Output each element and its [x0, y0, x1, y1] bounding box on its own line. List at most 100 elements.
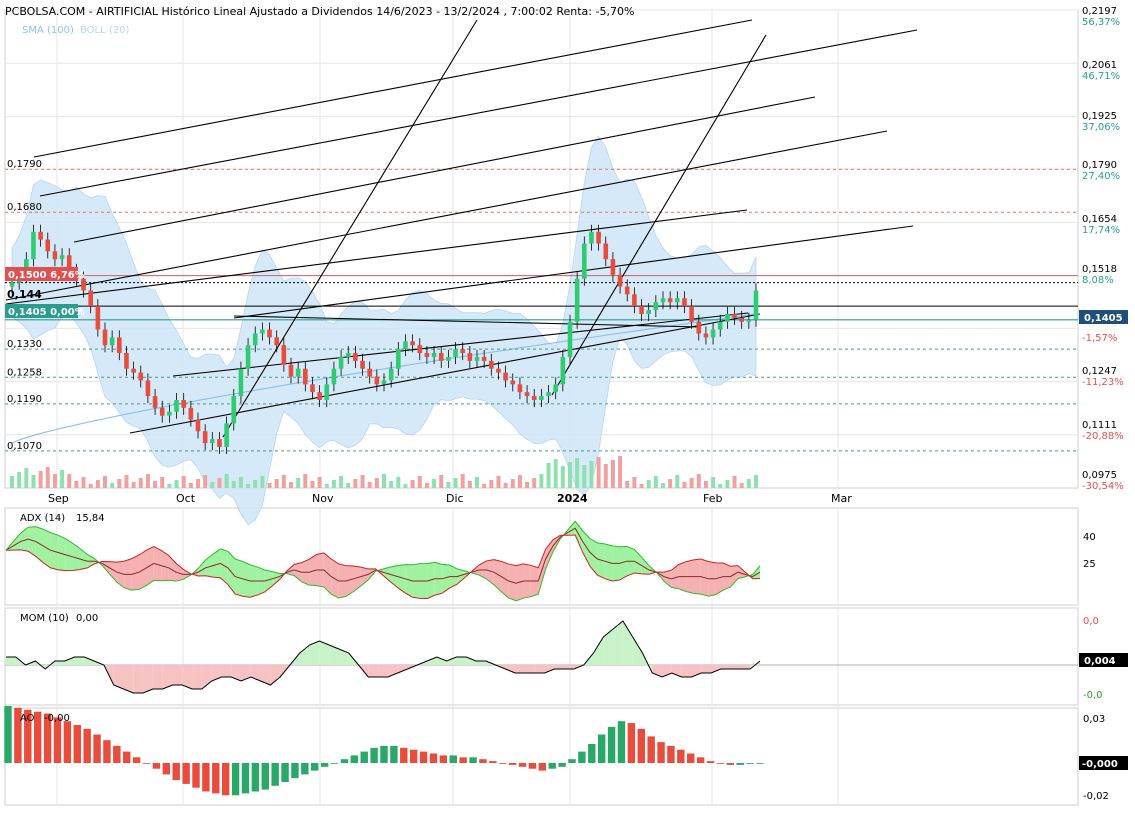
axis-pct-7: -11,23% [1082, 377, 1124, 388]
volume-bar [646, 480, 651, 488]
ao-bar [281, 763, 289, 782]
axis-pct-8: -20,88% [1082, 431, 1124, 442]
left-level-4: 0,1190 [7, 394, 42, 405]
candle-body [503, 372, 508, 381]
candle-body [195, 419, 201, 432]
adx-tick-40: 40 [1083, 532, 1096, 543]
volume-bar [45, 467, 50, 488]
ao-bar [479, 759, 487, 763]
month-label-3: Dic [446, 492, 464, 505]
volume-bar [281, 475, 286, 488]
ao-bar [63, 721, 72, 763]
ao-bar [202, 763, 210, 792]
mom-fill [505, 665, 516, 673]
candle-body [438, 353, 444, 361]
ao-bar [301, 763, 309, 775]
volume-bar [517, 475, 522, 488]
ao-bar [607, 726, 616, 763]
candle-body [252, 333, 258, 346]
axis-price-7: 0,1247 [1082, 366, 1117, 377]
adx-value: 15,84 [76, 513, 105, 524]
current-price-badge-text: 0,1405 [1084, 313, 1123, 324]
volume-bar [639, 484, 644, 488]
ao-bar [508, 763, 517, 765]
candle-body [460, 349, 465, 354]
candle-body [524, 392, 530, 397]
volume-bar [289, 482, 293, 488]
candle-body [167, 411, 172, 416]
axis-price-4: 0,1654 [1082, 214, 1117, 225]
candle-body [381, 380, 387, 385]
volume-bar [510, 479, 515, 488]
volume-bar [532, 478, 537, 488]
volume-bar [88, 484, 93, 488]
volume-bar [38, 471, 43, 488]
volume-bars [10, 456, 758, 488]
candle-body [202, 431, 208, 444]
ao-bar [647, 736, 655, 763]
mom-fill [64, 657, 75, 665]
ao-bar [251, 763, 260, 792]
candle-body [574, 278, 580, 322]
volume-bar [603, 464, 608, 488]
volume-bar [95, 480, 100, 488]
volume-bar [124, 475, 129, 488]
volume-bar [618, 456, 623, 488]
volume-bar [303, 474, 308, 488]
candle-body [560, 356, 566, 385]
volume-bar [546, 463, 551, 488]
ao-bar [132, 757, 141, 763]
axis-pct-4: 17,74% [1082, 225, 1120, 236]
candle-body [124, 353, 129, 369]
price-axis: 0,219756,37% 0,206146,71% 0,192537,06% 0,17… [1079, 6, 1128, 492]
candle-body [660, 298, 666, 303]
mom-fill [476, 661, 486, 665]
ao-bar [558, 763, 566, 767]
mom-fill [701, 665, 712, 673]
mom-fill [554, 665, 565, 669]
mom-fill [84, 657, 95, 665]
volume-bar [10, 476, 14, 488]
month-label-6: Mar [831, 492, 852, 505]
candle-body [274, 337, 279, 346]
candle-body [374, 376, 380, 385]
bollinger-band [11, 135, 757, 526]
candle-body [317, 392, 322, 400]
volume-bar [568, 462, 572, 488]
volume-bar [31, 475, 36, 488]
volume-bar [60, 470, 65, 488]
candle-body [45, 239, 51, 252]
volume-bar [589, 461, 594, 488]
ao-bar [241, 763, 250, 794]
panel-frame-2 [4, 607, 1079, 706]
volume-bar [475, 477, 479, 488]
volume-bar [711, 477, 716, 488]
candle-body [632, 294, 637, 307]
volume-bar [81, 477, 86, 488]
mom-fill [54, 661, 65, 665]
month-label-0: Sep [48, 492, 69, 505]
volume-bar [560, 466, 565, 488]
volume-bar [539, 474, 544, 488]
volume-bar [682, 482, 687, 488]
ao-bar [182, 763, 190, 784]
ao-bar [538, 763, 547, 771]
ao-bar [330, 763, 339, 764]
ao-bar [518, 763, 527, 767]
candle-body [188, 407, 194, 420]
ao-bar [4, 706, 12, 763]
ao-bar [449, 755, 457, 763]
ao-bar [528, 763, 537, 769]
volume-bar [496, 476, 501, 488]
month-label-1: Oct [176, 492, 196, 505]
volume-bar [467, 481, 472, 488]
volume-bar [181, 476, 186, 488]
volume-bar [389, 481, 394, 488]
ao-bar [53, 717, 62, 763]
candle-body [710, 329, 716, 338]
volume-bar [668, 479, 673, 488]
volume-bar [238, 477, 243, 488]
candle-body [331, 368, 337, 385]
axis-price-1: 0,2061 [1082, 60, 1117, 71]
volume-bar [653, 476, 658, 488]
